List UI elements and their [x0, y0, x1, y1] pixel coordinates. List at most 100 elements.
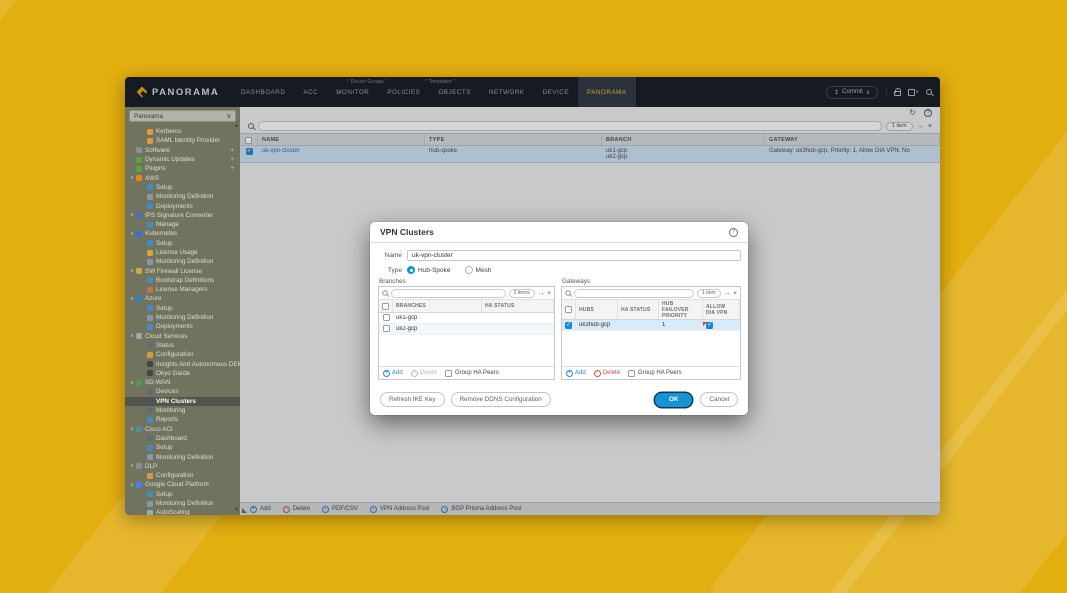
row-checkbox[interactable] [383, 325, 390, 332]
scroll-down-icon[interactable]: ▼ [234, 507, 239, 513]
sidebar-item-license-managers[interactable]: License Managers [125, 285, 240, 294]
sidebar-item-dlp[interactable]: ∨DLP [125, 462, 240, 471]
remove-ddns-configuration-button[interactable]: Remove DDNS Configuration [451, 392, 551, 407]
sidebar-item-insights-and-autonomous-dem[interactable]: Insights And Autonomous DEM [125, 359, 240, 368]
sidebar-item-aws[interactable]: ∨AWS [125, 173, 240, 182]
group-ha-peers-checkbox[interactable] [445, 370, 452, 377]
column-header-ha-status[interactable]: HA STATUS [618, 300, 659, 319]
delete-gateway-button[interactable]: −Delete [594, 370, 620, 377]
clear-filter-icon[interactable]: × [928, 123, 932, 130]
delete-button[interactable]: −Delete [283, 506, 310, 513]
apply-filter-icon[interactable]: → [917, 123, 924, 130]
apply-filter-icon[interactable]: → [724, 290, 731, 297]
tab-panorama[interactable]: PANORAMA [578, 77, 636, 107]
sidebar-item-manage[interactable]: Manage [125, 220, 240, 229]
tab-acc[interactable]: ACC [294, 77, 327, 107]
sidebar-item-deployments[interactable]: Deployments [125, 201, 240, 210]
column-header-ha-status[interactable]: HA STATUS [482, 300, 554, 312]
sidebar-item-saml-identity-provider[interactable]: SAML Identity Provider [125, 136, 240, 145]
sidebar-item-software[interactable]: Software+ [125, 146, 240, 155]
sidebar-item-setup[interactable]: Setup [125, 443, 240, 452]
dialog-help-icon[interactable]: ? [729, 228, 738, 237]
column-header-name[interactable]: NAME [258, 134, 425, 145]
group-ha-peers-option[interactable]: Group HA Peers [628, 370, 682, 377]
sidebar-item-setup[interactable]: Setup [125, 239, 240, 248]
table-row[interactable]: ✓ uk-vpn-cluster hub-spoke uk1-gcp uk2-g… [240, 146, 940, 163]
sidebar-item-monitoring-definition[interactable]: Monitoring Definition [125, 313, 240, 322]
add-branch-button[interactable]: +Add [383, 370, 403, 377]
clear-filter-icon[interactable]: × [733, 290, 737, 297]
tab-network[interactable]: NETWORK [480, 77, 534, 107]
sidebar-item-plugins[interactable]: Plugins+ [125, 164, 240, 173]
sidebar-item-status[interactable]: Status [125, 341, 240, 350]
row-checkbox[interactable]: ✓ [246, 148, 253, 155]
expand-plus-icon[interactable]: + [230, 156, 234, 163]
group-ha-peers-checkbox[interactable] [628, 370, 635, 377]
column-header-branches[interactable]: BRANCHES [393, 300, 482, 312]
ok-button[interactable]: OK [655, 393, 692, 407]
pdf-csv-button[interactable]: ↓PDF/CSV [322, 506, 358, 513]
bgp-prisma-address-pool-button[interactable]: ↓BGP Prisma Address Pool [441, 506, 521, 513]
sidebar-item-bootstrap-definitions[interactable]: Bootstrap Definitions [125, 276, 240, 285]
sidebar-item-setup[interactable]: Setup [125, 304, 240, 313]
row-checkbox[interactable]: ✓ [565, 322, 572, 329]
table-search-input[interactable] [258, 121, 882, 131]
expand-caret-icon[interactable]: ∨ [128, 482, 136, 488]
group-ha-peers-option[interactable]: Group HA Peers [445, 370, 499, 377]
sidebar-item-vpn-clusters[interactable]: VPN Clusters [125, 397, 240, 406]
refresh-ike-key-button[interactable]: Refresh IKE Key [380, 392, 445, 407]
save-config-icon[interactable]: ∨ [908, 89, 919, 96]
refresh-icon[interactable]: ↻ [909, 109, 916, 117]
sidebar-item-monitoring-definition[interactable]: Monitoring Definition [125, 499, 240, 508]
sidebar-item-monitoring-definition[interactable]: Monitoring Definition [125, 257, 240, 266]
row-checkbox[interactable] [383, 314, 390, 321]
radio-mesh[interactable]: Mesh [465, 266, 492, 274]
tab-device[interactable]: DEVICE [534, 77, 578, 107]
branches-search-input[interactable] [391, 289, 506, 298]
sidebar-item-setup[interactable]: Setup [125, 490, 240, 499]
column-header-allow-dia-vpn[interactable]: ALLOW DIA VPN [703, 300, 740, 319]
sidebar-item-kerberos[interactable]: Kerberos [125, 127, 240, 136]
clear-filter-icon[interactable]: × [547, 290, 551, 297]
expand-caret-icon[interactable]: ∨ [128, 231, 136, 237]
allow-dia-vpn-checkbox[interactable]: ✓ [706, 322, 713, 329]
scroll-up-icon[interactable]: ▲ [234, 123, 239, 129]
expand-caret-icon[interactable]: ∨ [128, 426, 136, 432]
sidebar-item-configuration[interactable]: Configuration [125, 350, 240, 359]
add-gateway-button[interactable]: +Add [566, 370, 586, 377]
column-header-hub-failover-priority[interactable]: HUB FAILOVER PRIORITY [659, 300, 703, 319]
expand-plus-icon[interactable]: + [230, 147, 234, 154]
branch-row-uk1-gcp[interactable]: uk1-gcp [379, 313, 554, 324]
column-header-branch[interactable]: BRANCH [602, 134, 765, 145]
gateway-row-uk3hub-gcp[interactable]: ✓uk3hub-gcp1✓ [562, 320, 740, 331]
sidebar-item-sw-firewall-license[interactable]: ∨SW Firewall License [125, 266, 240, 275]
sidebar-item-monitoring[interactable]: Monitoring [125, 406, 240, 415]
column-header-hubs[interactable]: HUBS [576, 300, 618, 319]
sidebar-item-google-cloud-platform[interactable]: ∨Google Cloud Platform [125, 480, 240, 489]
sidebar-item-okyo-garde[interactable]: Okyo Garde [125, 369, 240, 378]
expand-caret-icon[interactable]: ∨ [128, 175, 136, 181]
select-all-checkbox[interactable] [382, 303, 389, 310]
sidebar-item-monitoring-definition[interactable]: Monitoring Definition [125, 192, 240, 201]
apply-filter-icon[interactable]: → [538, 290, 545, 297]
help-icon[interactable]: ? [924, 109, 932, 117]
expand-caret-icon[interactable]: ∨ [128, 212, 136, 218]
tab-dashboard[interactable]: DASHBOARD [232, 77, 294, 107]
sidebar-item-cisco-aci[interactable]: ∨Cisco ACI [125, 425, 240, 434]
sidebar-item-setup[interactable]: Setup [125, 183, 240, 192]
add-button[interactable]: +Add [250, 506, 271, 513]
sidebar-item-azure[interactable]: ∨Azure [125, 294, 240, 303]
name-input[interactable] [407, 250, 741, 261]
expand-caret-icon[interactable]: ∨ [128, 268, 136, 274]
expand-caret-icon[interactable]: ∨ [128, 380, 136, 386]
sidebar-item-autoscaling[interactable]: AutoScaling [125, 508, 240, 515]
expand-plus-icon[interactable]: + [230, 165, 234, 172]
context-selector[interactable]: Panorama ∨ [129, 110, 236, 122]
expand-caret-icon[interactable]: ∨ [128, 463, 136, 469]
sidebar-item-ips-signature-converter[interactable]: ∨IPS Signature Converter [125, 211, 240, 220]
sidebar-item-dynamic-updates[interactable]: Dynamic Updates+ [125, 155, 240, 164]
search-icon[interactable] [926, 89, 932, 95]
sidebar-item-kubernetes[interactable]: ∨Kubernetes [125, 229, 240, 238]
sidebar-item-license-usage[interactable]: License Usage [125, 248, 240, 257]
cancel-button[interactable]: Cancel [700, 392, 738, 407]
